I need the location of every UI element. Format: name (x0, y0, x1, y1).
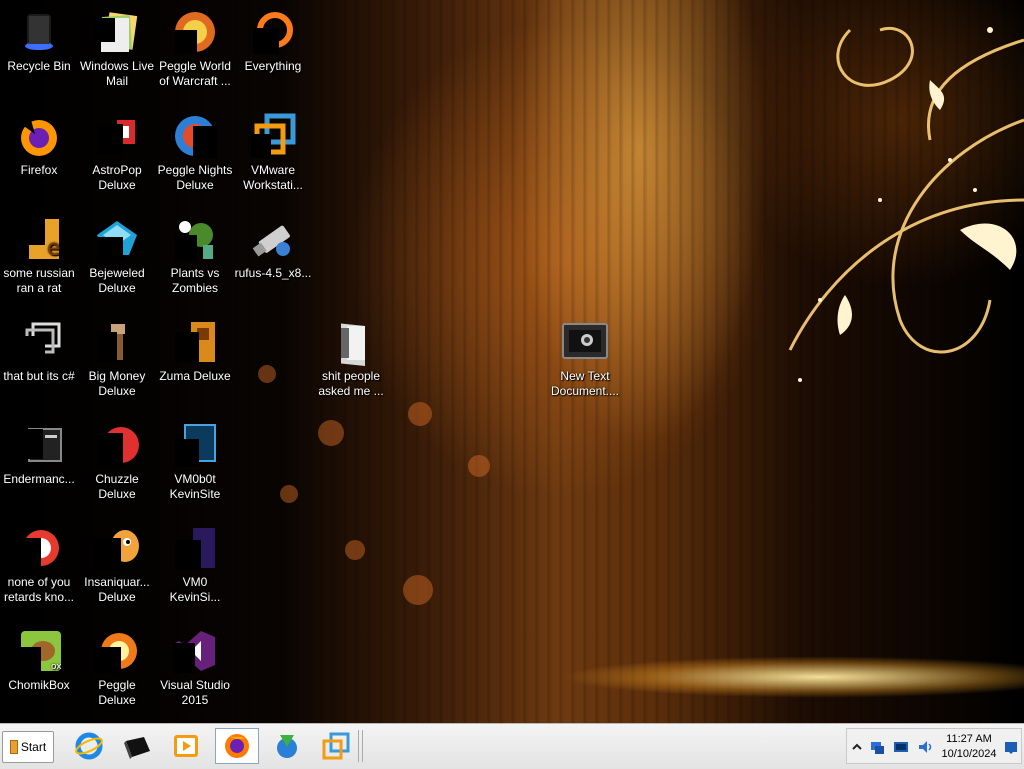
desktop-icon-chuzzle-deluxe[interactable]: Chuzzle Deluxe (78, 419, 156, 502)
terminal-window-icon (15, 421, 63, 469)
wallpaper-bokeh (258, 365, 276, 383)
recycle-bin-icon (15, 8, 63, 56)
taskbar-item-internet-explorer[interactable] (67, 728, 111, 764)
clock[interactable]: 11:27 AM 10/10/2024 (939, 732, 999, 762)
desktop-icon-folder-shit-people-asked-me[interactable]: shit people asked me ... (312, 316, 390, 399)
wallpaper-bokeh (280, 485, 298, 503)
wallpaper-bokeh (408, 402, 432, 426)
desktop-icon-astropop-deluxe[interactable]: AstroPop Deluxe (78, 110, 156, 193)
vm-shortcut-2-icon (171, 524, 219, 572)
wallpaper-glow (520, 655, 1024, 703)
start-button[interactable]: Start (2, 731, 54, 763)
taskbar-divider (358, 730, 363, 762)
desktop-icon-chomikbox[interactable]: ox ChomikBox (0, 625, 78, 693)
everything-search-icon (249, 8, 297, 56)
terminal-icon (124, 737, 150, 759)
peggle-nights-icon (171, 112, 219, 160)
firefox-icon (225, 734, 249, 758)
desktop-icon-that-but-its-csharp[interactable]: that but its c# (0, 316, 78, 384)
chevron-up-icon[interactable] (849, 739, 865, 755)
chomikbox-icon: ox (15, 627, 63, 675)
start-orb-icon (9, 740, 18, 754)
ie-icon (75, 732, 103, 760)
desktop-icon-bejeweled-deluxe[interactable]: Bejeweled Deluxe (78, 213, 156, 296)
vm-shortcut-icon (171, 421, 219, 469)
desktop-icon-firefox[interactable]: Firefox (0, 110, 78, 178)
desktop-icon-none-of-you[interactable]: none of you retards kno... (0, 522, 78, 605)
media-player-icon (174, 735, 198, 757)
desktop-icon-vm0b0t-kevinsite[interactable]: VM0b0t KevinSite (156, 419, 234, 502)
wallpaper-bokeh (403, 575, 433, 605)
visual-studio-icon (171, 627, 219, 675)
big-money-icon (93, 318, 141, 366)
clock-time: 11:27 AM (946, 733, 992, 745)
download-manager-icon (277, 735, 297, 758)
chuzzle-icon (93, 421, 141, 469)
desktop-icon-big-money-deluxe[interactable]: Big Money Deluxe (78, 316, 156, 399)
network-icon[interactable] (869, 739, 885, 755)
desktop-icon-endermanch[interactable]: Endermanc... (0, 419, 78, 487)
plants-vs-zombies-icon (171, 215, 219, 263)
red-circle-app-icon (15, 524, 63, 572)
desktop-icon-everything[interactable]: Everything (234, 6, 312, 74)
desktop-icon-plants-vs-zombies[interactable]: Plants vs Zombies (156, 213, 234, 296)
action-center-icon[interactable] (1003, 739, 1019, 755)
bejeweled-icon (93, 215, 141, 263)
wallpaper-swirl (788, 27, 1024, 382)
app-window-icon (15, 318, 63, 366)
desktop[interactable]: Recycle Bin Firefox e some russian ran a… (0, 0, 1024, 723)
wallpaper-bokeh (318, 420, 344, 446)
peggle-wow-icon (171, 8, 219, 56)
taskbar-item-terminal[interactable] (115, 728, 159, 764)
clock-date: 10/10/2024 (941, 748, 997, 760)
taskbar-item-media-player[interactable] (164, 728, 208, 764)
desktop-icon-rufus[interactable]: rufus-4.5_x8... (234, 213, 312, 281)
start-label: Start (20, 740, 47, 754)
text-document-icon (561, 318, 609, 366)
taskbar-item-download-manager[interactable] (265, 728, 309, 764)
desktop-icon-peggle-world-of-warcraft[interactable]: Peggle World of Warcraft ... (156, 6, 234, 89)
folder-icon (327, 318, 375, 366)
shortcut-e-icon: e (15, 215, 63, 263)
zuma-icon (171, 318, 219, 366)
desktop-icon-peggle-nights-deluxe[interactable]: Peggle Nights Deluxe (156, 110, 234, 193)
peggle-icon (93, 627, 141, 675)
insaniquarium-icon (93, 524, 141, 572)
vmware-icon (322, 732, 350, 760)
desktop-icon-zuma-deluxe[interactable]: Zuma Deluxe (156, 316, 234, 384)
rufus-usb-icon (249, 215, 297, 263)
taskbar-item-firefox[interactable] (215, 728, 259, 764)
desktop-icon-vm0-kevinsite[interactable]: VM0 KevinSi... (156, 522, 234, 605)
svg-text:ox: ox (51, 662, 62, 672)
taskbar: Start 11:27 AM 10/10/2024 (0, 723, 1024, 769)
monitor-icon[interactable] (893, 739, 909, 755)
desktop-icon-windows-live-mail[interactable]: Windows Live Mail (78, 6, 156, 89)
wallpaper-bokeh (468, 455, 490, 477)
firefox-icon (15, 112, 63, 160)
windows-live-mail-icon (93, 8, 141, 56)
desktop-icon-some-russian-ran-a-rat[interactable]: e some russian ran a rat (0, 213, 78, 296)
svg-text:e: e (47, 236, 61, 261)
desktop-icon-recycle-bin[interactable]: Recycle Bin (0, 6, 78, 74)
desktop-icon-peggle-deluxe[interactable]: Peggle Deluxe (78, 625, 156, 708)
desktop-icon-vmware-workstation[interactable]: VMware Workstati... (234, 110, 312, 193)
astropop-icon (93, 112, 141, 160)
desktop-icon-new-text-document[interactable]: New Text Document.... (546, 316, 624, 399)
wallpaper-bokeh (345, 540, 365, 560)
vmware-icon (249, 112, 297, 160)
desktop-icon-visual-studio-2015[interactable]: Visual Studio 2015 (156, 625, 234, 708)
desktop-icon-insaniquarium-deluxe[interactable]: Insaniquar... Deluxe (78, 522, 156, 605)
taskbar-item-vmware[interactable] (314, 728, 358, 764)
system-tray: 11:27 AM 10/10/2024 (846, 728, 1022, 764)
volume-icon[interactable] (917, 739, 933, 755)
